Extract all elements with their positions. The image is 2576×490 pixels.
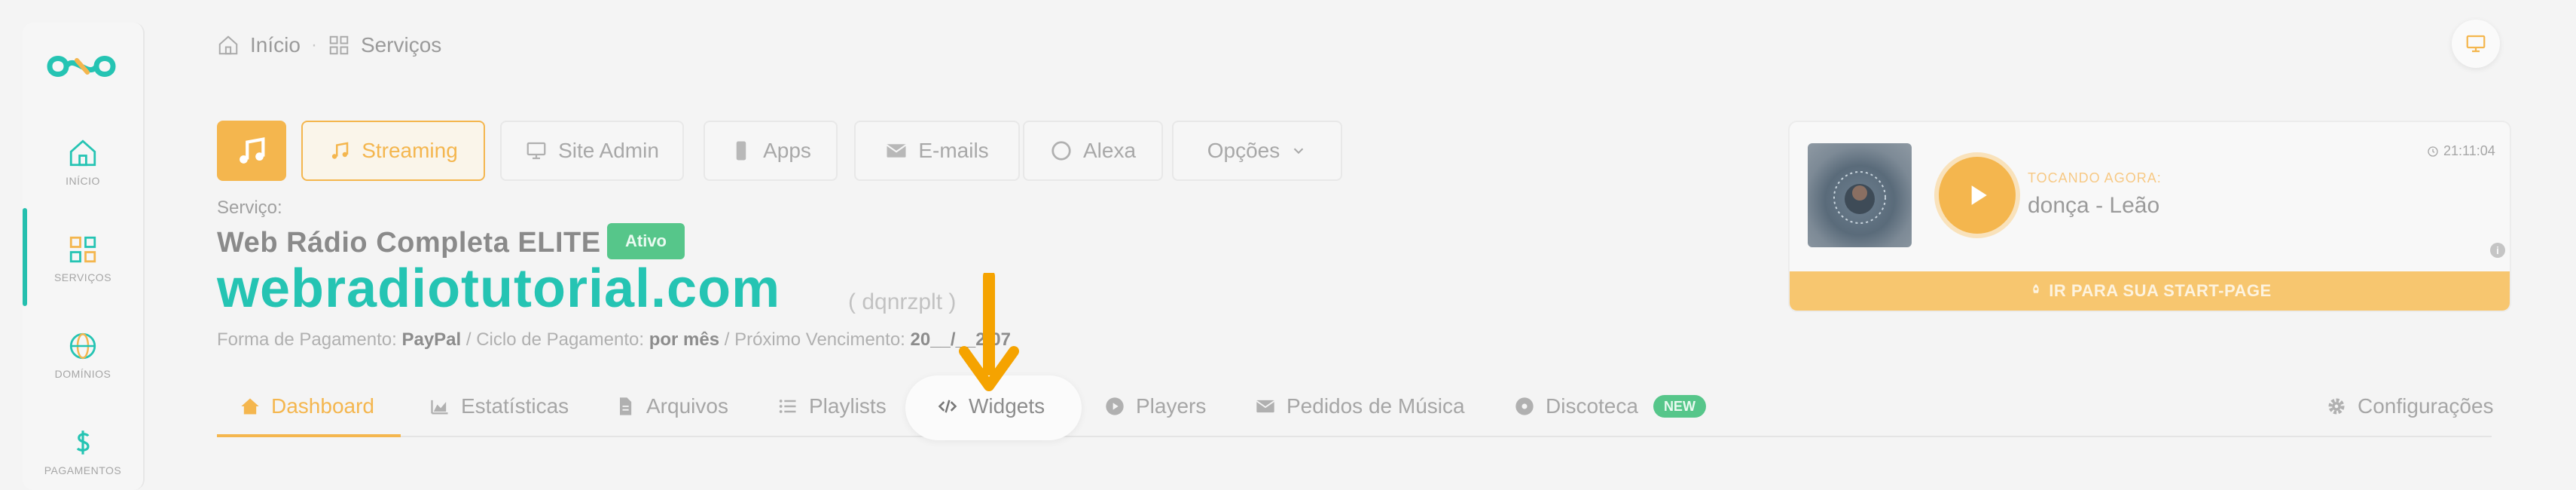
billing-cycle-value: por mês (649, 329, 720, 350)
grid-icon (69, 236, 96, 263)
album-art-image (1808, 143, 1912, 247)
sidebar-item-label: PAGAMENTOS (44, 464, 122, 476)
logo-icon[interactable] (44, 47, 119, 86)
payment-method-label: Forma de Pagamento: (217, 329, 397, 350)
service-label: Serviço: (217, 198, 282, 218)
tab-configuracoes-label: Configurações (2358, 394, 2494, 418)
file-icon (620, 397, 632, 415)
player-time: 21:11:04 (2443, 143, 2495, 158)
play-icon (1971, 185, 1987, 205)
code-icon (938, 400, 957, 413)
sidebar-item-dominios[interactable]: DOMÍNIOS (23, 330, 143, 380)
music-note-icon (240, 137, 265, 164)
site-admin-button-label: Site Admin (558, 139, 659, 162)
now-playing-song: donça - Leão (2028, 193, 2160, 218)
monitor-icon (526, 142, 546, 160)
now-playing-label: TOCANDO AGORA: (2028, 170, 2162, 185)
tab-arquivos[interactable]: Arquivos (615, 387, 728, 425)
sidebar-item-inicio[interactable]: INÍCIO (23, 137, 143, 187)
payment-method-value: PayPal (401, 329, 462, 350)
alexa-ring-icon (1051, 141, 1071, 161)
tab-discoteca-label: Discoteca (1546, 394, 1638, 418)
music-note-icon (332, 142, 349, 159)
play-circle-icon (1106, 397, 1124, 415)
monitor-icon (2466, 35, 2486, 53)
breadcrumb-separator: · (310, 35, 317, 55)
mobile-phone-icon (736, 141, 746, 161)
tab-playlists[interactable]: Playlists (777, 387, 887, 425)
alexa-button[interactable]: Alexa (1023, 121, 1163, 181)
tab-configuracoes[interactable]: Configurações (2326, 387, 2494, 425)
tab-dashboard-label: Dashboard (271, 394, 374, 418)
down-arrow-annotation-icon (959, 273, 1019, 391)
tab-discoteca[interactable]: Discoteca NEW (1514, 387, 1706, 425)
envelope-icon (887, 144, 907, 158)
tab-widgets-label: Widgets (969, 394, 1045, 418)
start-page-button[interactable]: IR PARA SUA START-PAGE (1790, 271, 2510, 311)
tabs-divider (217, 436, 2492, 437)
tab-pedidos-de-musica[interactable]: Pedidos de Música (1255, 387, 1465, 425)
sidebar-item-label: SERVIÇOS (53, 271, 112, 283)
opcoes-button-label: Opções (1207, 139, 1280, 162)
area-chart-icon (431, 400, 448, 415)
service-domain[interactable]: webradiotutorial.com (217, 258, 780, 320)
emails-button[interactable]: E-mails (854, 121, 1020, 181)
clock-icon (2428, 145, 2438, 157)
sidebar-item-pagamentos[interactable]: PAGAMENTOS (23, 427, 143, 476)
opcoes-dropdown-button[interactable]: Opções (1172, 121, 1342, 181)
new-badge: NEW (1653, 395, 1706, 418)
tab-pedidos-label: Pedidos de Música (1286, 394, 1465, 418)
sidebar-item-label: DOMÍNIOS (54, 368, 111, 380)
grid-icon (329, 35, 349, 55)
status-badge: Ativo (607, 223, 685, 259)
play-button[interactable] (1939, 157, 2016, 234)
next-due-label: / Próximo Vencimento: (724, 329, 905, 350)
breadcrumb-home-link[interactable]: Início (250, 33, 301, 57)
apps-button-label: Apps (763, 139, 811, 162)
streaming-button-label: Streaming (362, 139, 458, 162)
payment-info: Forma de Pagamento: PayPal / Ciclo de Pa… (217, 329, 1011, 351)
service-name: Web Rádio Completa ELITE (217, 227, 601, 259)
home-icon (69, 139, 96, 167)
start-page-button-label: IR PARA SUA START-PAGE (2049, 281, 2272, 300)
billing-cycle-label: / Ciclo de Pagamento: (465, 329, 645, 350)
tab-estatisticas[interactable]: Estatísticas (429, 387, 569, 425)
active-tab-underline (217, 434, 401, 437)
service-login: ( dqnrzplt ) (848, 289, 957, 314)
gear-icon (2328, 398, 2345, 415)
alexa-button-label: Alexa (1082, 139, 1137, 162)
rocket-icon (2033, 283, 2039, 293)
tab-arquivos-label: Arquivos (646, 394, 728, 418)
tab-estatisticas-label: Estatísticas (461, 394, 569, 418)
list-icon (779, 400, 796, 413)
sidebar-item-label: INÍCIO (66, 175, 100, 187)
info-icon[interactable]: i (2490, 243, 2505, 258)
home-icon (218, 35, 238, 55)
dollar-icon (76, 430, 90, 455)
chevron-down-icon (1294, 148, 1304, 155)
globe-icon (69, 332, 96, 360)
breadcrumb-current: Serviços (360, 33, 442, 57)
home-icon (241, 398, 259, 415)
tab-dashboard[interactable]: Dashboard (240, 387, 374, 425)
monitor-button[interactable] (2452, 20, 2500, 68)
emails-button-label: E-mails (918, 139, 989, 162)
tab-players[interactable]: Players (1104, 387, 1206, 425)
envelope-icon (1256, 400, 1275, 413)
music-service-icon (217, 121, 286, 181)
player-clock: 21:11:04 (2427, 143, 2495, 159)
breadcrumb: Início · Serviços (217, 30, 441, 60)
site-admin-button[interactable]: Site Admin (500, 121, 684, 181)
tab-players-label: Players (1136, 394, 1207, 418)
apps-button[interactable]: Apps (704, 121, 838, 181)
disc-icon (1515, 397, 1534, 415)
tab-playlists-label: Playlists (809, 394, 887, 418)
streaming-button[interactable]: Streaming (301, 121, 485, 181)
sidebar-item-servicos[interactable]: SERVIÇOS (23, 234, 143, 283)
